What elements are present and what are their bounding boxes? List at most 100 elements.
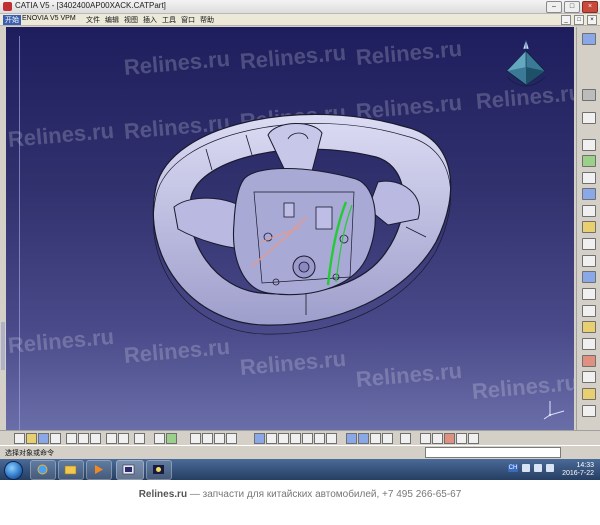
shaft-icon[interactable] [582, 172, 596, 184]
swap-visible-icon[interactable] [382, 433, 393, 444]
footer-site[interactable]: Relines.ru [139, 489, 187, 500]
hide-show-icon[interactable] [370, 433, 381, 444]
catia-app-icon [122, 464, 135, 475]
taskbar-catia-button[interactable] [116, 460, 144, 480]
undo-icon[interactable] [106, 433, 117, 444]
cut-icon[interactable] [66, 433, 77, 444]
fit-all-icon[interactable] [266, 433, 277, 444]
draft-icon[interactable] [582, 288, 596, 300]
split-icon[interactable] [582, 371, 596, 383]
tree-icon[interactable] [202, 433, 213, 444]
menu-view[interactable]: 视图 [124, 15, 138, 25]
footer-caption: Relines.ru — запчасти для китайских авто… [0, 489, 600, 500]
taskbar-media-button[interactable] [86, 460, 112, 480]
boolean-icon[interactable] [582, 388, 596, 400]
photo-icon[interactable] [468, 433, 479, 444]
status-bar: 选择对象或命令 [0, 445, 600, 459]
command-input[interactable] [425, 447, 561, 458]
measure-between-icon[interactable] [420, 433, 431, 444]
open-file-icon[interactable] [26, 433, 37, 444]
menu-enovia[interactable]: ENOVIA V5 VPM [22, 15, 76, 22]
grid-icon[interactable] [190, 433, 201, 444]
sketch-icon[interactable] [582, 89, 596, 101]
swap-icon[interactable] [214, 433, 225, 444]
normal-view-icon[interactable] [326, 433, 337, 444]
pan-icon[interactable] [278, 433, 289, 444]
groove-icon[interactable] [582, 188, 596, 200]
help-icon[interactable] [134, 433, 145, 444]
menu-file[interactable]: 文件 [86, 15, 100, 25]
menu-bar: 开始 ENOVIA V5 VPM 文件 编辑 视图 插入 工具 窗口 帮助 _ … [0, 14, 600, 26]
menu-window[interactable]: 窗口 [181, 15, 195, 25]
pattern-icon[interactable] [582, 355, 596, 367]
file-explorer-icon [64, 465, 77, 475]
catia-window: CATIA V5 - [3402400AP00XACK.CATPart] – □… [0, 0, 600, 480]
title-bar[interactable]: CATIA V5 - [3402400AP00XACK.CATPart] – □… [0, 0, 600, 14]
standard-toolbar [0, 430, 600, 445]
menu-edit[interactable]: 编辑 [105, 15, 119, 25]
taskbar-ie-button[interactable] [30, 460, 56, 480]
plane-icon[interactable] [582, 112, 596, 124]
redo-icon[interactable] [118, 433, 129, 444]
menu-start[interactable]: 开始 [3, 15, 21, 25]
fly-icon[interactable] [254, 433, 265, 444]
language-indicator[interactable]: CH [508, 464, 518, 472]
rib-icon[interactable] [582, 221, 596, 233]
hole-icon[interactable] [582, 205, 596, 217]
paste-icon[interactable] [90, 433, 101, 444]
slot-icon[interactable] [582, 238, 596, 250]
formula-icon[interactable] [154, 433, 165, 444]
measure-item-icon[interactable] [432, 433, 443, 444]
notification-icon[interactable] [546, 464, 554, 472]
chamfer-icon[interactable] [582, 271, 596, 283]
apply-material-icon[interactable] [444, 433, 455, 444]
network-icon[interactable] [522, 464, 530, 472]
minimize-button[interactable]: – [546, 1, 562, 13]
zoom-in-icon[interactable] [302, 433, 313, 444]
windows-start-orb-icon[interactable] [4, 461, 23, 480]
scroll-thumb[interactable] [1, 322, 5, 370]
thickness-icon[interactable] [582, 321, 596, 333]
doc-restore-button[interactable]: □ [574, 15, 584, 25]
maximize-button[interactable]: □ [564, 1, 580, 13]
pad-icon[interactable] [582, 139, 596, 151]
taskbar-viewer-button[interactable] [146, 460, 172, 480]
select-icon[interactable] [226, 433, 237, 444]
shell-icon[interactable] [582, 305, 596, 317]
workbench-toolbar [576, 27, 600, 430]
material-icon[interactable] [400, 433, 411, 444]
footer-tagline: — запчасти для китайских автомобилей, +7… [187, 489, 462, 500]
pocket-icon[interactable] [582, 155, 596, 167]
rotate-icon[interactable] [290, 433, 301, 444]
new-file-icon[interactable] [14, 433, 25, 444]
mirror-icon[interactable] [582, 338, 596, 350]
internet-explorer-icon [37, 464, 48, 475]
copy-icon[interactable] [78, 433, 89, 444]
comment-icon[interactable] [166, 433, 177, 444]
compass-icon[interactable] [501, 37, 551, 97]
volume-icon[interactable] [534, 464, 542, 472]
menu-tools[interactable]: 工具 [162, 15, 176, 25]
save-icon[interactable] [38, 433, 49, 444]
system-tray: CH 14:33 2016-7-22 [506, 461, 596, 478]
clock-date[interactable]: 2016-7-22 [562, 470, 594, 477]
3d-viewport[interactable]: Relines.ru Relines.ru Relines.ru Relines… [6, 27, 574, 430]
clock-time[interactable]: 14:33 [576, 462, 594, 469]
print-icon[interactable] [50, 433, 61, 444]
menu-insert[interactable]: 插入 [143, 15, 157, 25]
doc-close-button[interactable]: × [587, 15, 597, 25]
zoom-out-icon[interactable] [314, 433, 325, 444]
iso-view-icon[interactable] [346, 433, 357, 444]
window-title: CATIA V5 - [3402400AP00XACK.CATPart] [15, 1, 166, 10]
doc-minimize-button[interactable]: _ [561, 15, 571, 25]
steering-wheel-model[interactable] [6, 27, 574, 430]
workbench-icon[interactable] [582, 33, 596, 45]
catalog-icon[interactable] [456, 433, 467, 444]
taskbar-explorer-button[interactable] [58, 460, 84, 480]
measure-icon[interactable] [582, 405, 596, 417]
media-player-icon [95, 465, 103, 474]
menu-help[interactable]: 帮助 [200, 15, 214, 25]
fillet-icon[interactable] [582, 255, 596, 267]
shading-icon[interactable] [358, 433, 369, 444]
close-button[interactable]: × [582, 1, 598, 13]
